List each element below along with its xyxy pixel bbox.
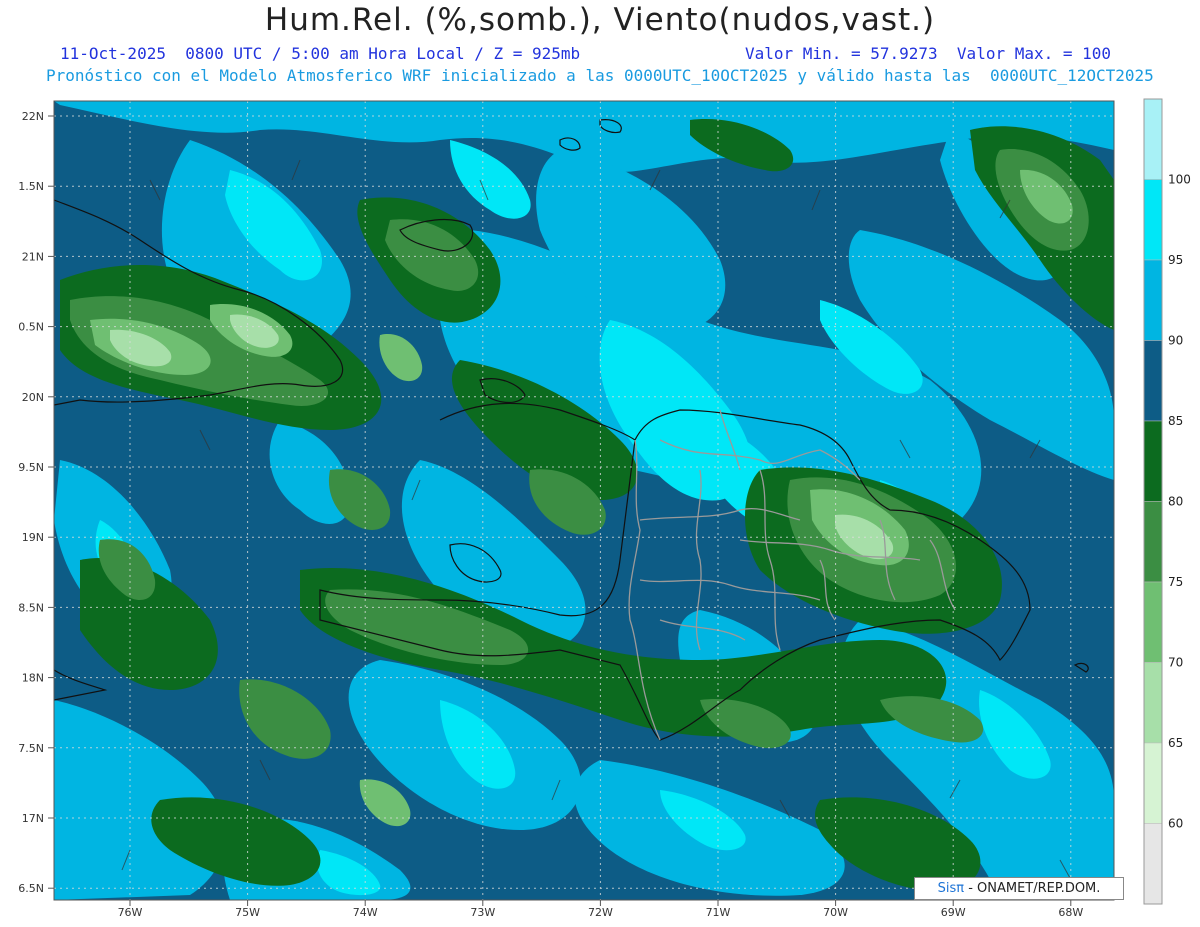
colorbar-segment [1143, 340, 1163, 422]
colorbar-label: 95 [1168, 253, 1183, 267]
latitude-axis: 22N 1.5N 21N 0.5N 20N 9.5N 19N 8.5N 18N 7.5N 17N 6.… [18, 110, 54, 895]
lon-tick-label: 70W [823, 906, 848, 919]
lat-tick-label: 9.5N [18, 461, 44, 474]
colorbar-label: 60 [1168, 817, 1183, 831]
colorbar-segment [1143, 179, 1163, 261]
colorbar-segment [1143, 501, 1163, 583]
lat-tick-label: 21N [22, 250, 44, 263]
lon-tick-label: 69W [941, 906, 966, 919]
lat-tick-label: 20N [22, 391, 44, 404]
lat-tick-label: 19N [22, 531, 44, 544]
colorbar-segment [1143, 581, 1163, 663]
colorbar-label: 80 [1168, 495, 1183, 509]
lat-tick-label: 17N [22, 812, 44, 825]
lon-tick-label: 74W [353, 906, 378, 919]
credit-text: - ONAMET/REP.DOM. [964, 881, 1101, 896]
credit-box: Sisπ - ONAMET/REP.DOM. [914, 877, 1124, 900]
lat-tick-label: 6.5N [18, 882, 44, 895]
colorbar-segment [1143, 420, 1163, 502]
colorbar-label: 90 [1168, 334, 1183, 348]
colorbar-segment [1143, 98, 1163, 180]
colorbar-segment [1143, 662, 1163, 744]
lat-tick-label: 22N [22, 110, 44, 123]
colorbar-label: 85 [1168, 414, 1183, 428]
lat-tick-label: 18N [22, 672, 44, 685]
lon-tick-label: 76W [118, 906, 143, 919]
humidity-colorbar: 100 95 90 85 80 75 70 65 60 [1143, 98, 1191, 905]
lat-tick-label: 8.5N [18, 601, 44, 614]
sispi-logo: Sisπ [937, 881, 965, 896]
colorbar-segment [1143, 742, 1163, 824]
lon-tick-label: 75W [235, 906, 260, 919]
colorbar-label: 75 [1168, 575, 1183, 589]
colorbar-segment [1143, 823, 1163, 905]
lat-tick-label: 7.5N [18, 742, 44, 755]
lat-tick-label: 0.5N [18, 321, 44, 334]
colorbar-label: 100 [1168, 173, 1191, 187]
colorbar-label: 65 [1168, 736, 1183, 750]
longitude-axis: 76W 75W 74W 73W 72W 71W 70W 69W 68W [118, 900, 1083, 919]
lon-tick-label: 73W [470, 906, 495, 919]
lon-tick-label: 68W [1058, 906, 1083, 919]
colorbar-segment [1143, 259, 1163, 341]
lon-tick-label: 72W [588, 906, 613, 919]
colorbar-label: 70 [1168, 656, 1183, 670]
weather-map: 22N 1.5N 21N 0.5N 20N 9.5N 19N 8.5N 18N 7.5N 17N 6.… [18, 98, 1191, 919]
lat-tick-label: 1.5N [18, 180, 44, 193]
lon-tick-label: 71W [706, 906, 731, 919]
